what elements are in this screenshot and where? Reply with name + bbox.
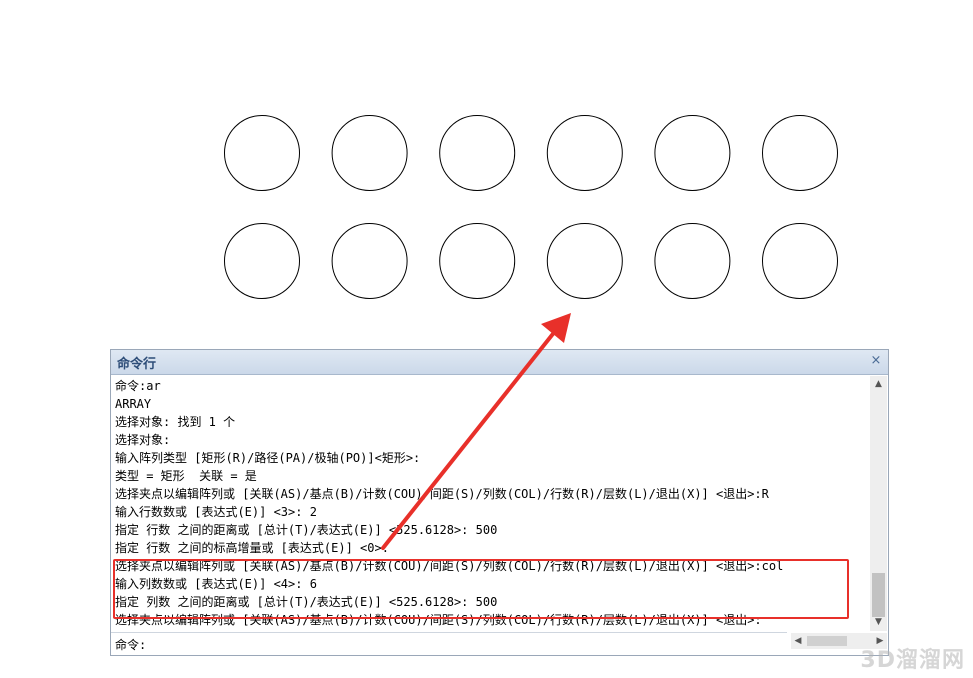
panel-title: 命令行	[117, 357, 157, 372]
history-line: 类型 = 矩形 关联 = 是	[115, 469, 257, 483]
array-circle[interactable]	[439, 115, 516, 191]
history-line: ARRAY	[115, 397, 152, 411]
history-line: 指定 行数 之间的距离或 [总计(T)/表达式(E)] <525.6128>: …	[115, 523, 498, 537]
scroll-down-icon[interactable]: ▼	[870, 614, 887, 631]
array-circle[interactable]	[439, 223, 516, 299]
history-line: 输入行数数或 [表达式(E)] <3>: 2	[115, 505, 317, 519]
vertical-scrollbar[interactable]: ▲ ▼	[870, 376, 887, 631]
array-circle[interactable]	[762, 115, 838, 191]
command-input[interactable]	[155, 635, 779, 653]
array-circle[interactable]	[546, 115, 623, 191]
array-circle[interactable]	[654, 223, 731, 299]
history-line: 选择对象: 找到 1 个	[115, 415, 236, 429]
history-line: 选择夹点以编辑阵列或 [关联(AS)/基点(B)/计数(COU)/间距(S)/列…	[115, 559, 784, 573]
history-line: 指定 行数 之间的标高增量或 [表达式(E)] <0>:	[115, 541, 389, 555]
horizontal-scrollbar-thumb[interactable]	[807, 636, 847, 646]
array-circle[interactable]	[224, 223, 300, 299]
watermark-logo: 3D溜溜网	[860, 648, 965, 673]
array-circle[interactable]	[762, 223, 838, 299]
array-circle[interactable]	[224, 115, 300, 191]
history-line: 选择夹点以编辑阵列或 [关联(AS)/基点(B)/计数(COU)/间距(S)/列…	[115, 613, 762, 627]
history-line: 输入阵列类型 [矩形(R)/路径(PA)/极轴(PO)]<矩形>:	[115, 451, 421, 465]
array-circle[interactable]	[331, 223, 408, 299]
history-line: 命令:ar	[115, 379, 161, 393]
array-circle[interactable]	[331, 115, 408, 191]
array-circle[interactable]	[546, 223, 623, 299]
history-line: 选择对象:	[115, 433, 171, 447]
history-line: 输入列数数或 [表达式(E)] <4>: 6	[115, 577, 317, 591]
array-circle[interactable]	[654, 115, 731, 191]
command-input-row: 命令:	[111, 632, 787, 655]
command-history: 命令:ar ARRAY 选择对象: 找到 1 个选择对象: 输入阵列类型 [矩形(R)…	[115, 377, 869, 629]
scroll-up-icon[interactable]: ▲	[870, 376, 887, 393]
history-line: 选择夹点以编辑阵列或 [关联(AS)/基点(B)/计数(COU)/间距(S)/列…	[115, 487, 769, 501]
close-icon[interactable]: ×	[868, 353, 884, 369]
command-line-panel: 命令行 × 命令:ar ARRAY 选择对象: 找到 1 个选择对象: 输入阵列类型 …	[110, 349, 889, 656]
scrollbar-thumb[interactable]	[872, 573, 885, 617]
command-prompt: 命令:	[115, 638, 147, 652]
history-line: 指定 列数 之间的距离或 [总计(T)/表达式(E)] <525.6128>: …	[115, 595, 498, 609]
scroll-left-icon[interactable]: ◀	[791, 633, 805, 649]
panel-titlebar[interactable]: 命令行 ×	[111, 350, 888, 375]
